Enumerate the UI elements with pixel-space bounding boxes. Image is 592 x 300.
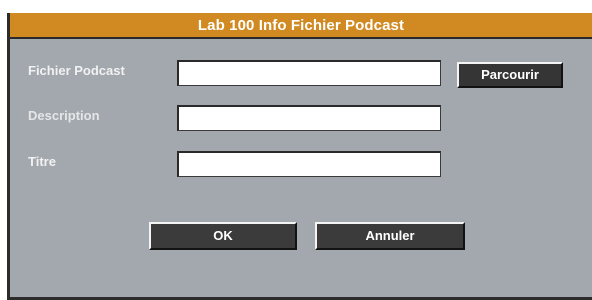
- podcast-file-label: Fichier Podcast: [28, 63, 125, 78]
- title-input[interactable]: [177, 151, 441, 177]
- podcast-info-dialog: Lab 100 Info Fichier Podcast Fichier Pod…: [7, 13, 592, 300]
- browse-button[interactable]: Parcourir: [457, 62, 563, 88]
- podcast-file-input[interactable]: [177, 60, 441, 86]
- title-label: Titre: [28, 154, 56, 169]
- description-input[interactable]: [177, 105, 441, 131]
- description-label: Description: [28, 108, 100, 123]
- dialog-title: Lab 100 Info Fichier Podcast: [10, 13, 592, 39]
- cancel-button[interactable]: Annuler: [315, 222, 465, 250]
- ok-button[interactable]: OK: [149, 222, 297, 250]
